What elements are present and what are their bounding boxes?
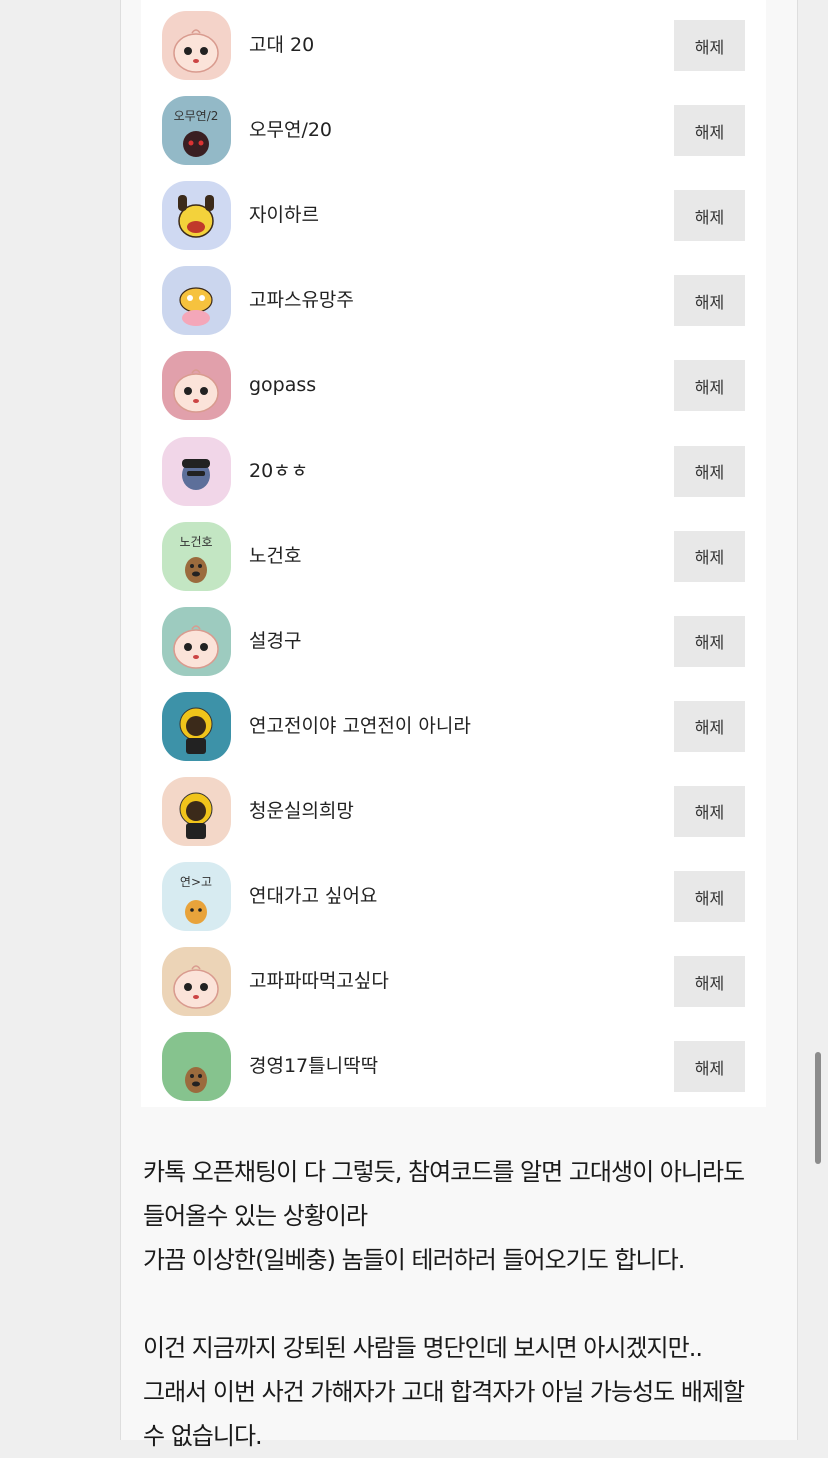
frodo-icon bbox=[162, 266, 231, 336]
blocked-user-row: 연고전이야 고연전이 아니라 해제 bbox=[141, 684, 766, 769]
blocked-user-row: 오무연/2 오무연/20 해제 bbox=[141, 88, 766, 173]
blocked-user-name: 고파파따먹고싶다 bbox=[249, 970, 389, 993]
unblock-button[interactable]: 해제 bbox=[674, 105, 745, 157]
blocked-user-row: gopass 해제 bbox=[141, 343, 766, 428]
blocked-user-row: 설경구 해제 bbox=[141, 599, 766, 684]
unblock-button[interactable]: 해제 bbox=[674, 871, 745, 922]
body-line: 카톡 오픈채팅이 다 그렇듯, 참여코드를 알면 고대생이 아니라도 bbox=[143, 1158, 745, 1186]
blocked-user-row: 노건호 노건호 해제 bbox=[141, 514, 766, 599]
unblock-button[interactable]: 해제 bbox=[674, 275, 745, 327]
avatar-label: 오무연/2 bbox=[174, 109, 219, 123]
blocked-user-row: 연>고연대가고 싶어요 해제 bbox=[141, 854, 766, 939]
dark-character-icon: 오무연/2 bbox=[162, 96, 231, 166]
blocked-user-name: 청운실의희망 bbox=[249, 799, 354, 822]
blocked-user-name: 20ㅎㅎ bbox=[249, 459, 309, 482]
apeach-icon bbox=[162, 606, 231, 676]
blocked-user-row: 청운실의희망 해제 bbox=[141, 769, 766, 854]
blocked-user-name: 자이하르 bbox=[249, 204, 319, 227]
blocked-user-name: 연대가고 싶어요 bbox=[249, 885, 378, 907]
blocked-user-row: 20ㅎㅎ 해제 bbox=[141, 429, 766, 514]
apeach-icon bbox=[162, 351, 231, 421]
apeach-icon bbox=[162, 11, 231, 80]
unblock-button[interactable]: 해제 bbox=[674, 445, 745, 497]
muzi-icon bbox=[162, 181, 231, 251]
dog-icon: 노건호 bbox=[162, 521, 231, 591]
blocked-user-row: 자이하르 해제 bbox=[141, 173, 766, 258]
blocked-user-name: gopass bbox=[249, 374, 317, 397]
blocked-user-row: 고파스유망주 해제 bbox=[141, 258, 766, 343]
ryan-icon: 연>고 bbox=[162, 862, 231, 931]
con-icon bbox=[162, 776, 231, 846]
apeach-icon bbox=[162, 947, 231, 1017]
blocked-user-row: 경영17틀니딱딱 해제 bbox=[141, 1024, 766, 1107]
avatar-label: 연>고 bbox=[180, 875, 212, 889]
unblock-button[interactable]: 해제 bbox=[674, 1041, 745, 1093]
unblock-button[interactable]: 해제 bbox=[674, 700, 745, 752]
post-body-text: 카톡 오픈채팅이 다 그렇듯, 참여코드를 알면 고대생이 아니라도 들어올수 … bbox=[143, 1150, 773, 1458]
blocked-user-row: 고파파따먹고싶다 해제 bbox=[141, 939, 766, 1024]
unblock-button[interactable]: 해제 bbox=[674, 360, 745, 412]
blocked-user-name: 노건호 bbox=[249, 544, 302, 567]
unblock-button[interactable]: 해제 bbox=[674, 956, 745, 1008]
unblock-button[interactable]: 해제 bbox=[674, 190, 745, 242]
blocked-user-name: 고파스유망주 bbox=[249, 289, 354, 312]
blocked-user-name: 고대 20 bbox=[249, 34, 315, 56]
blocked-user-list: 고대 20 해제 오무연/2 오무연/20 해제 자이하르 해제 고파스유망주 해제 gopass… bbox=[141, 0, 766, 1107]
scrollbar[interactable] bbox=[815, 1052, 821, 1164]
unblock-button[interactable]: 해제 bbox=[674, 785, 745, 837]
unblock-button[interactable]: 해제 bbox=[674, 615, 745, 667]
body-line: 수 없습니다. bbox=[143, 1422, 263, 1450]
con-icon bbox=[162, 691, 231, 761]
jay-g-icon bbox=[162, 436, 231, 506]
blocked-user-name: 설경구 bbox=[249, 629, 302, 652]
blocked-user-name: 경영17틀니딱딱 bbox=[249, 1055, 379, 1078]
unblock-button[interactable]: 해제 bbox=[674, 530, 745, 582]
blocked-user-name: 오무연/20 bbox=[249, 119, 333, 142]
blocked-user-row: 고대 20 해제 bbox=[141, 3, 766, 88]
post-content: 고대 20 해제 오무연/2 오무연/20 해제 자이하르 해제 고파스유망주 해제 gopass… bbox=[120, 0, 798, 1450]
body-line: 그래서 이번 사건 가해자가 고대 합격자가 아닐 가능성도 배제할 bbox=[143, 1378, 745, 1406]
blocked-user-name: 연고전이야 고연전이 아니라 bbox=[249, 714, 471, 737]
avatar-label: 노건호 bbox=[179, 535, 212, 549]
body-line: 이건 지금까지 강퇴된 사람들 명단인데 보시면 아시겠지만.. bbox=[143, 1334, 703, 1362]
body-line: 가끔 이상한(일베충) 놈들이 테러하러 들어오기도 합니다. bbox=[143, 1246, 685, 1274]
unblock-button[interactable]: 해제 bbox=[674, 20, 745, 71]
body-line: 들어올수 있는 상황이라 bbox=[143, 1202, 368, 1230]
dog-icon bbox=[162, 1032, 231, 1102]
